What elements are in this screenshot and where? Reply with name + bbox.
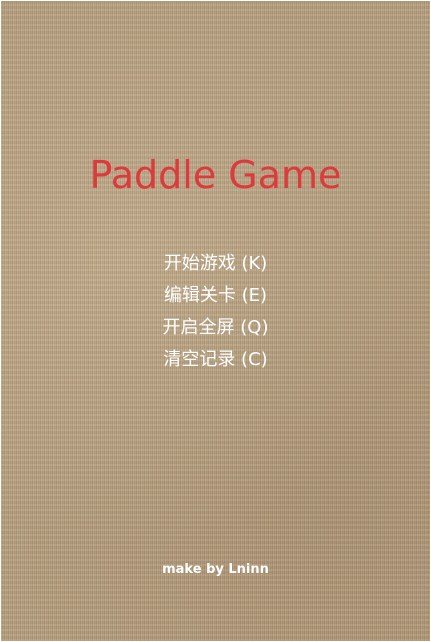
author-credit: make by Lninn: [162, 562, 269, 577]
menu-item-fullscreen[interactable]: 开启全屏 (Q): [1, 312, 430, 344]
menu-item-clear-records[interactable]: 清空记录 (C): [1, 344, 430, 376]
game-title: Paddle Game: [89, 153, 342, 197]
main-menu: 开始游戏 (K) 编辑关卡 (E) 开启全屏 (Q) 清空记录 (C): [1, 248, 430, 376]
menu-item-edit-level[interactable]: 编辑关卡 (E): [1, 280, 430, 312]
game-screen: Paddle Game 开始游戏 (K) 编辑关卡 (E) 开启全屏 (Q) 清…: [1, 1, 430, 641]
menu-item-start-game[interactable]: 开始游戏 (K): [1, 248, 430, 280]
